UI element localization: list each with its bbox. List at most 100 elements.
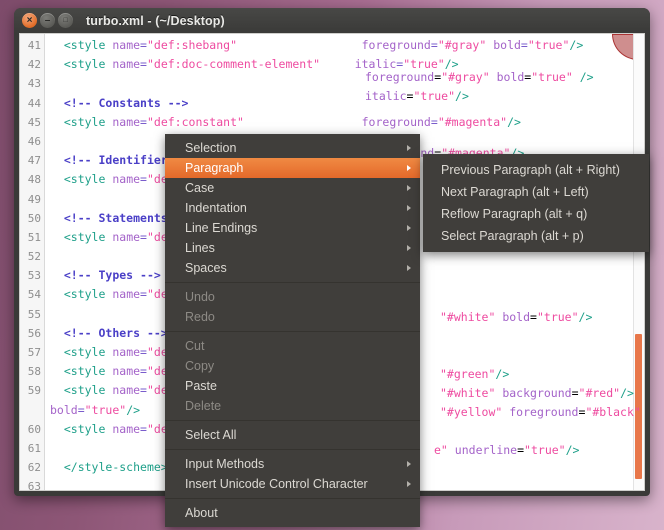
chevron-right-icon (407, 165, 411, 171)
menu-item-copy: Copy (165, 356, 420, 376)
window-title: turbo.xml - (~/Desktop) (86, 13, 225, 28)
menu-item-label: Selection (185, 141, 237, 155)
submenu-item-reflow[interactable]: Reflow Paragraph (alt + q) (423, 203, 649, 225)
line-number (20, 401, 41, 420)
line-number: 41 (27, 39, 41, 52)
menu-item-label: Case (185, 181, 215, 195)
line-number: 52 (27, 250, 41, 264)
line-number: 48 (27, 173, 41, 187)
menu-item-spaces[interactable]: Spaces (165, 258, 420, 278)
close-glyph: × (26, 14, 33, 26)
submenu-item-select[interactable]: Select Paragraph (alt + p) (423, 225, 649, 247)
menu-separator (165, 331, 420, 332)
menu-item-label: About (185, 506, 218, 520)
menu-item-label: Undo (185, 290, 215, 304)
line-number: 50 (27, 211, 41, 225)
minimize-glyph: – (44, 14, 51, 26)
line-number: 63 (27, 480, 41, 490)
line-number: 56 (27, 326, 41, 340)
chevron-right-icon (407, 481, 411, 487)
line-number: 55 (27, 307, 41, 321)
menu-item-label: Paragraph (185, 161, 244, 175)
chevron-right-icon (407, 145, 411, 151)
menu-item-paste[interactable]: Paste (165, 376, 420, 396)
menu-item-case[interactable]: Case (165, 178, 420, 198)
line-number-gutter: 41 42 43 44 45 46 47 48 49 50 51 52 53 54 55 56 57 58 59 60… (20, 34, 45, 490)
menu-item-label: Redo (185, 310, 215, 324)
line-number: 43 (27, 77, 41, 91)
menu-item-label: Insert Unicode Control Character (185, 477, 368, 491)
chevron-right-icon (407, 185, 411, 191)
line-number: 61 (27, 441, 41, 455)
context-menu[interactable]: Selection Paragraph Case Indentation Line En… (165, 134, 420, 527)
menu-item-cut: Cut (165, 336, 420, 356)
code-line: <style name="def:shebang" foreground="#g… (63, 38, 584, 52)
maximize-glyph: □ (63, 17, 68, 24)
line-number: 54 (27, 288, 41, 302)
line-number: 59 (27, 384, 41, 398)
window-titlebar[interactable]: × – □ turbo.xml - (~/Desktop) (14, 8, 650, 33)
submenu-item-previous[interactable]: Previous Paragraph (alt + Right) (423, 159, 649, 181)
code-fragment: "#white" bold="true"/> (440, 310, 593, 324)
submenu-item-next[interactable]: Next Paragraph (alt + Left) (423, 181, 649, 203)
chevron-right-icon (407, 225, 411, 231)
line-number: 60 (27, 422, 41, 436)
chevron-right-icon (407, 461, 411, 467)
menu-item-label: Spaces (185, 261, 227, 275)
menu-separator (165, 449, 420, 450)
menu-item-redo: Redo (165, 307, 420, 327)
chevron-right-icon (407, 205, 411, 211)
line-number: 45 (27, 115, 41, 129)
menu-item-about[interactable]: About (165, 503, 420, 523)
minimize-icon[interactable]: – (40, 13, 55, 28)
line-number: 46 (27, 134, 41, 148)
close-icon[interactable]: × (22, 13, 37, 28)
line-number: 62 (27, 461, 41, 475)
submenu-item-label: Previous Paragraph (alt + Right) (441, 163, 620, 177)
line-number: 42 (27, 58, 41, 72)
menu-item-insert-unicode-control-character[interactable]: Insert Unicode Control Character (165, 474, 420, 494)
menu-item-line-endings[interactable]: Line Endings (165, 218, 420, 238)
menu-separator (165, 282, 420, 283)
menu-item-indentation[interactable]: Indentation (165, 198, 420, 218)
menu-item-label: Select All (185, 428, 237, 442)
menu-item-label: Paste (185, 379, 217, 393)
menu-item-undo: Undo (165, 287, 420, 307)
menu-item-label: Line Endings (185, 221, 258, 235)
submenu-item-label: Next Paragraph (alt + Left) (441, 185, 589, 199)
line-number: 58 (27, 365, 41, 379)
code-fragment: foreground="#gray" bold="true" /> (365, 70, 594, 84)
menu-separator (165, 498, 420, 499)
menu-separator (165, 420, 420, 421)
menu-item-label: Lines (185, 241, 215, 255)
line-number: 44 (27, 96, 41, 110)
submenu-item-label: Select Paragraph (alt + p) (441, 229, 584, 243)
menu-item-input-methods[interactable]: Input Methods (165, 454, 420, 474)
code-line: <!-- Constants --> (63, 95, 189, 110)
menu-item-selection[interactable]: Selection (165, 138, 420, 158)
line-number: 49 (27, 192, 41, 206)
menu-item-select-all[interactable]: Select All (165, 425, 420, 445)
maximize-icon[interactable]: □ (58, 13, 73, 28)
chevron-right-icon (407, 245, 411, 251)
menu-item-label: Cut (185, 339, 205, 353)
submenu-item-label: Reflow Paragraph (alt + q) (441, 207, 588, 221)
line-number: 51 (27, 230, 41, 244)
code-fragment: "#white" background="#red"/> (440, 386, 634, 400)
line-number: 57 (27, 346, 41, 359)
menu-item-paragraph[interactable]: Paragraph (165, 158, 420, 178)
code-fragment: e" underline="true"/> (434, 443, 580, 457)
menu-item-label: Input Methods (185, 457, 265, 471)
menu-item-label: Copy (185, 359, 215, 373)
line-number: 47 (27, 154, 41, 168)
code-line: <style name="def:constant" foreground="#… (63, 114, 521, 129)
paragraph-submenu[interactable]: Previous Paragraph (alt + Right) Next Par… (423, 154, 649, 252)
menu-item-label: Indentation (185, 201, 247, 215)
chevron-right-icon (407, 265, 411, 271)
menu-item-lines[interactable]: Lines (165, 238, 420, 258)
line-number: 53 (27, 269, 41, 283)
code-fragment: "#yellow" foreground="#black" (440, 405, 641, 419)
code-fragment: italic="true"/> (365, 89, 469, 103)
menu-item-label: Delete (185, 399, 222, 413)
code-fragment: "#green"/> (440, 367, 510, 381)
